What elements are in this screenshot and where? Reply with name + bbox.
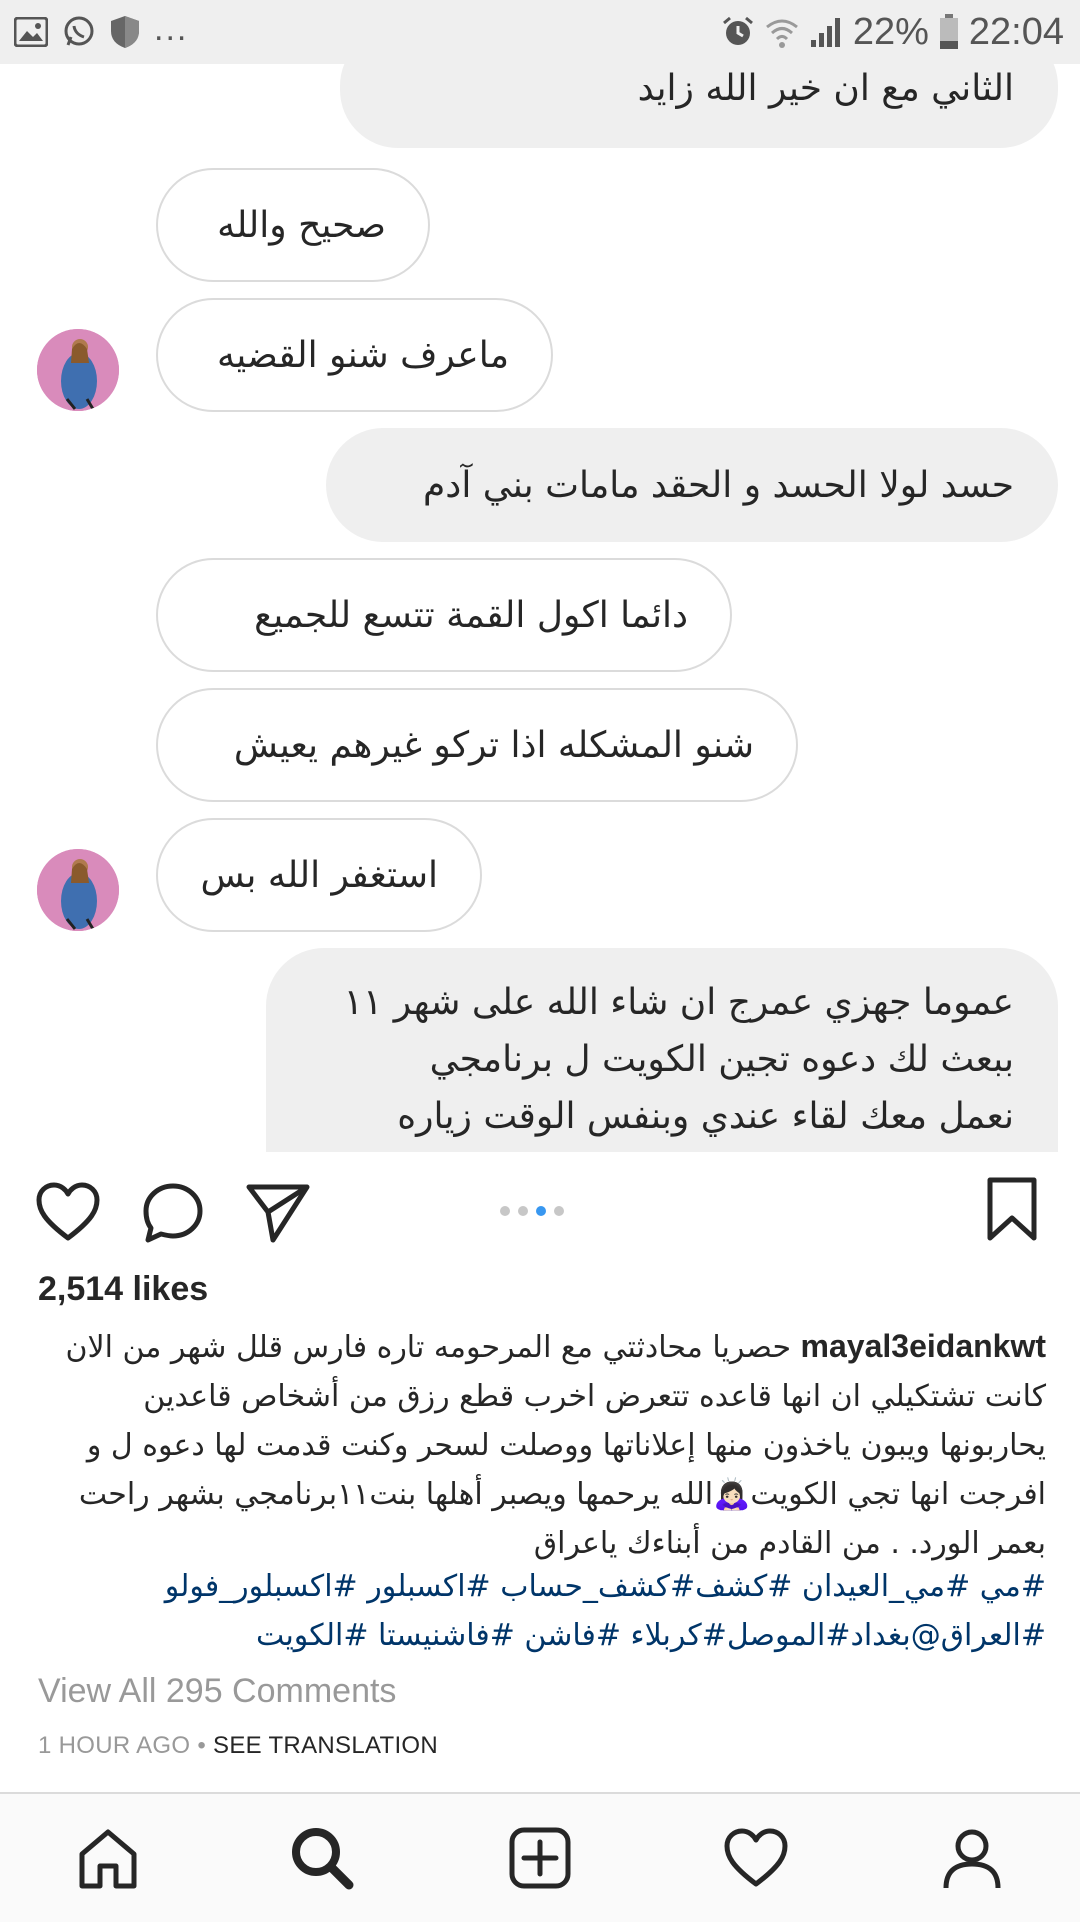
bookmark-icon[interactable] xyxy=(986,1176,1038,1246)
message-text: حسد لولا الحسد و الحقد مامات بني آدم xyxy=(423,464,1014,506)
time-ago: 1 HOUR AGO xyxy=(38,1732,191,1759)
post-timestamp: 1 HOUR AGO • SEE TRANSLATION xyxy=(38,1732,438,1760)
message-text: الثاني مع ان خير الله زايد xyxy=(637,67,1014,109)
status-bar: ... 22% 22:04 xyxy=(0,0,1080,64)
sender-avatar xyxy=(37,329,119,411)
profile-icon[interactable] xyxy=(936,1822,1008,1894)
bottom-navigation xyxy=(0,1792,1080,1922)
carousel-dot xyxy=(554,1206,564,1216)
chat-screenshot[interactable]: الثاني مع ان خير الله زايد صحيح والله ما… xyxy=(0,64,1080,1152)
like-icon[interactable] xyxy=(36,1182,100,1246)
message-text: ماعرف شنو القضيه xyxy=(217,334,509,376)
hashtag-line[interactable]: #العراق@بغداد#الموصل#كربلاء #فاشن #فاشني… xyxy=(38,1611,1046,1660)
message-bubble-incoming: استغفر الله بس xyxy=(156,818,482,932)
share-icon[interactable] xyxy=(246,1182,310,1248)
battery-percent: 22% xyxy=(852,10,929,53)
message-bubble-outgoing: الثاني مع ان خير الله زايد xyxy=(340,64,1058,148)
see-translation-link[interactable]: SEE TRANSLATION xyxy=(213,1732,438,1759)
carousel-dot xyxy=(518,1206,528,1216)
comment-icon[interactable] xyxy=(142,1182,204,1248)
like-count[interactable]: 2,514 likes xyxy=(38,1270,208,1309)
search-icon[interactable] xyxy=(286,1822,358,1894)
post-caption: mayal3eidankwt حصريا محادثتي مع المرحومه… xyxy=(38,1322,1046,1568)
message-text: صحيح والله xyxy=(217,204,386,246)
signal-icon xyxy=(809,16,843,48)
carousel-indicator xyxy=(500,1206,564,1216)
new-post-icon[interactable] xyxy=(504,1822,576,1894)
alarm-icon xyxy=(721,15,755,49)
clock: 22:04 xyxy=(968,10,1064,53)
view-comments-link[interactable]: View All 295 Comments xyxy=(38,1672,396,1711)
home-icon[interactable] xyxy=(72,1822,144,1894)
separator: • xyxy=(197,1732,207,1759)
message-bubble-incoming: صحيح والله xyxy=(156,168,430,282)
activity-heart-icon[interactable] xyxy=(720,1822,792,1894)
message-line: عموما جهزي عمرج ان شاء الله على شهر ١١ xyxy=(343,982,1014,1023)
message-line: ببعث لك دعوه تجين الكويت ل برنامجي xyxy=(429,1039,1014,1080)
gallery-icon xyxy=(14,17,48,47)
carousel-dot-active xyxy=(536,1206,546,1216)
message-bubble-outgoing: عموما جهزي عمرج ان شاء الله على شهر ١١ ب… xyxy=(266,948,1058,1152)
message-text: عموما جهزي عمرج ان شاء الله على شهر ١١ ب… xyxy=(344,974,1014,1145)
whatsapp-icon xyxy=(62,15,96,49)
message-text: استغفر الله بس xyxy=(200,854,438,896)
message-bubble-incoming: دائما اكول القمة تتسع للجميع xyxy=(156,558,732,672)
more-notifications: ... xyxy=(154,9,189,48)
post-actions xyxy=(0,1152,1080,1272)
caption-text: حصريا محادثتي مع المرحومه تاره فارس قلل … xyxy=(65,1330,1046,1561)
username[interactable]: mayal3eidankwt xyxy=(801,1328,1046,1364)
message-bubble-outgoing: حسد لولا الحسد و الحقد مامات بني آدم xyxy=(326,428,1058,542)
hashtags[interactable]: #مي #مي_العيدان #كشف#كشف_حساب #اكسبلور #… xyxy=(38,1562,1046,1660)
message-bubble-incoming: ماعرف شنو القضيه xyxy=(156,298,553,412)
sender-avatar xyxy=(37,849,119,931)
carousel-dot xyxy=(500,1206,510,1216)
shield-icon xyxy=(110,15,140,49)
wifi-icon xyxy=(765,15,799,49)
hashtag-line[interactable]: #مي #مي_العيدان #كشف#كشف_حساب #اكسبلور #… xyxy=(38,1562,1046,1611)
message-text: دائما اكول القمة تتسع للجميع xyxy=(254,594,688,636)
message-line: نعمل معك لقاء عندي وبنفس الوقت زياره xyxy=(397,1096,1014,1137)
message-text: شنو المشكله اذا تركو غيرهم يعيش xyxy=(233,724,754,766)
battery-icon xyxy=(939,14,959,50)
message-bubble-incoming: شنو المشكله اذا تركو غيرهم يعيش xyxy=(156,688,798,802)
